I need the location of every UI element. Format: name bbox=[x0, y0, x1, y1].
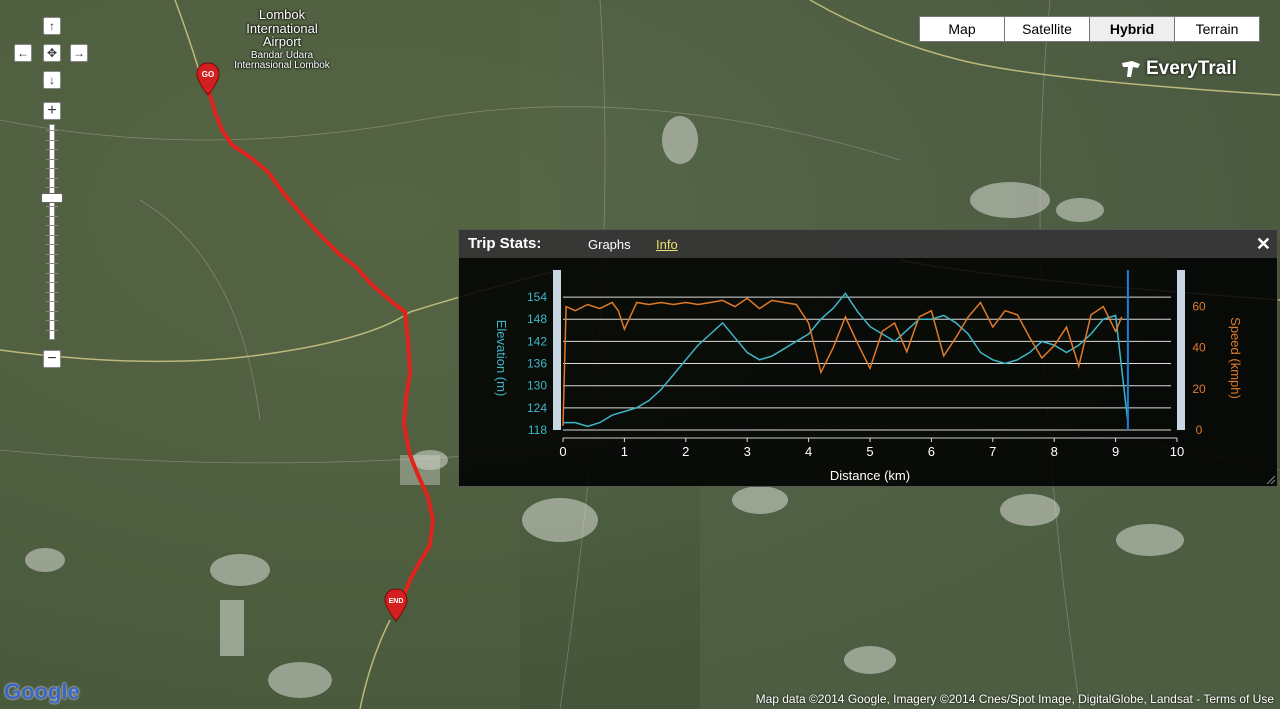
y-tick-label: 154 bbox=[527, 290, 547, 304]
y-tick-label: 130 bbox=[527, 379, 547, 393]
y-tick-label: 142 bbox=[527, 334, 547, 348]
zoom-tick bbox=[46, 253, 58, 255]
speed-series-line bbox=[562, 297, 1123, 426]
elevation-series-line bbox=[563, 292, 1129, 428]
zoom-tick bbox=[46, 310, 58, 312]
zoom-tick bbox=[46, 139, 58, 141]
y2-tick-label: 40 bbox=[1192, 341, 1206, 355]
airport-name-local: Bandar Udara Internasional Lombok bbox=[234, 49, 330, 72]
pan-center-button[interactable]: ✥ bbox=[43, 44, 61, 62]
zoom-tick bbox=[46, 206, 58, 207]
pan-right-button[interactable]: → bbox=[70, 44, 88, 62]
zoom-in-icon: + bbox=[47, 102, 57, 119]
pan-left-icon: ← bbox=[17, 46, 29, 60]
x-tick-label: 2 bbox=[682, 444, 689, 459]
pan-left-button[interactable]: ← bbox=[14, 44, 32, 62]
trip-stats-title: Trip Stats: bbox=[468, 235, 542, 252]
zoom-out-icon: − bbox=[47, 350, 57, 367]
close-icon[interactable]: ✕ bbox=[1256, 234, 1271, 255]
zoom-tick bbox=[46, 130, 58, 131]
pan-down-icon: ↓ bbox=[49, 73, 55, 87]
zoom-tick bbox=[46, 291, 58, 293]
start-pin-label: GO bbox=[202, 70, 214, 79]
tab-graphs[interactable]: Graphs bbox=[588, 237, 631, 252]
x-tick-label: 0 bbox=[559, 444, 566, 459]
tab-info[interactable]: Info bbox=[656, 237, 678, 252]
zoom-tick bbox=[46, 301, 58, 302]
x-tick-label: 5 bbox=[866, 444, 873, 459]
pan-down-button[interactable]: ↓ bbox=[43, 71, 61, 89]
map-type-map-button[interactable]: Map bbox=[919, 16, 1005, 42]
x-tick-label: 7 bbox=[989, 444, 996, 459]
map-type-hybrid-button[interactable]: Hybrid bbox=[1089, 16, 1175, 42]
map-type-satellite-button[interactable]: Satellite bbox=[1004, 16, 1090, 42]
pan-right-icon: → bbox=[73, 46, 85, 60]
zoom-tick bbox=[46, 272, 58, 274]
zoom-out-button[interactable]: − bbox=[43, 350, 61, 368]
y2-axis-label: Speed (kmph) bbox=[1228, 317, 1243, 399]
zoom-tick bbox=[46, 225, 58, 226]
everytrail-logo-text: EveryTrail bbox=[1146, 58, 1237, 79]
left-scroll-bar bbox=[553, 270, 561, 430]
y-axis-label: Elevation (m) bbox=[494, 320, 509, 397]
start-pin[interactable]: GO bbox=[196, 62, 220, 96]
trip-stats-header: Trip Stats: Graphs Info ✕ bbox=[459, 230, 1277, 258]
map-type-control: Map Satellite Hybrid Terrain bbox=[919, 16, 1260, 42]
everytrail-logo-icon bbox=[1122, 61, 1140, 77]
y2-tick-label: 0 bbox=[1196, 423, 1203, 437]
zoom-tick bbox=[46, 234, 58, 236]
x-axis-label: Distance (km) bbox=[830, 468, 910, 483]
airport-label: Lombok International Airport Bandar Udar… bbox=[232, 8, 332, 72]
y2-tick-label: 20 bbox=[1192, 382, 1206, 396]
trip-stats-panel: Trip Stats: Graphs Info ✕ 118 124 130 136 14… bbox=[458, 229, 1278, 487]
y-tick-label: 124 bbox=[527, 401, 547, 415]
y-tick-label: 148 bbox=[527, 312, 547, 326]
airport-name: Lombok International Airport bbox=[246, 7, 318, 50]
pan-up-icon: ↑ bbox=[49, 19, 55, 33]
zoom-tick bbox=[46, 158, 58, 160]
end-pin[interactable]: END bbox=[384, 588, 408, 622]
google-logo[interactable]: Google bbox=[4, 679, 80, 705]
zoom-slider-thumb[interactable] bbox=[41, 193, 63, 203]
zoom-tick bbox=[46, 215, 58, 217]
pan-up-button[interactable]: ↑ bbox=[43, 17, 61, 35]
terms-of-use-link[interactable]: Terms of Use bbox=[1203, 692, 1274, 706]
y-tick-label: 136 bbox=[527, 357, 547, 371]
map-type-terrain-button[interactable]: Terrain bbox=[1174, 16, 1260, 42]
end-pin-label: END bbox=[389, 598, 404, 605]
x-tick-label: 9 bbox=[1112, 444, 1119, 459]
zoom-tick bbox=[46, 320, 58, 321]
zoom-tick bbox=[46, 263, 58, 264]
resize-grip-icon[interactable] bbox=[1265, 474, 1275, 484]
x-tick-label: 3 bbox=[744, 444, 751, 459]
x-tick-label: 4 bbox=[805, 444, 812, 459]
zoom-tick bbox=[46, 329, 58, 331]
zoom-tick bbox=[46, 168, 58, 169]
zoom-tick bbox=[46, 282, 58, 283]
x-tick-label: 1 bbox=[621, 444, 628, 459]
x-tick-label: 10 bbox=[1170, 444, 1184, 459]
y-tick-label: 118 bbox=[528, 423, 547, 437]
y2-tick-label: 60 bbox=[1192, 300, 1206, 314]
pan-center-icon: ✥ bbox=[46, 46, 58, 60]
map-attribution: Map data ©2014 Google, Imagery ©2014 Cne… bbox=[756, 692, 1274, 706]
x-tick-label: 6 bbox=[928, 444, 935, 459]
zoom-tick bbox=[46, 244, 58, 245]
zoom-tick bbox=[46, 177, 58, 179]
zoom-slider[interactable] bbox=[44, 124, 60, 344]
zoom-rail bbox=[49, 124, 55, 340]
zoom-in-button[interactable]: + bbox=[43, 102, 61, 120]
x-tick-label: 8 bbox=[1051, 444, 1058, 459]
zoom-tick bbox=[46, 187, 58, 188]
attribution-text: Map data ©2014 Google, Imagery ©2014 Cne… bbox=[755, 692, 1204, 706]
trip-stats-chart[interactable]: 118 124 130 136 142 148 154 0 20 40 60 0 1 2 3 4 5 6 7 8 9 10… bbox=[459, 258, 1277, 486]
right-scroll-bar bbox=[1177, 270, 1185, 430]
zoom-tick bbox=[46, 149, 58, 150]
everytrail-logo[interactable]: EveryTrail bbox=[1120, 58, 1237, 80]
